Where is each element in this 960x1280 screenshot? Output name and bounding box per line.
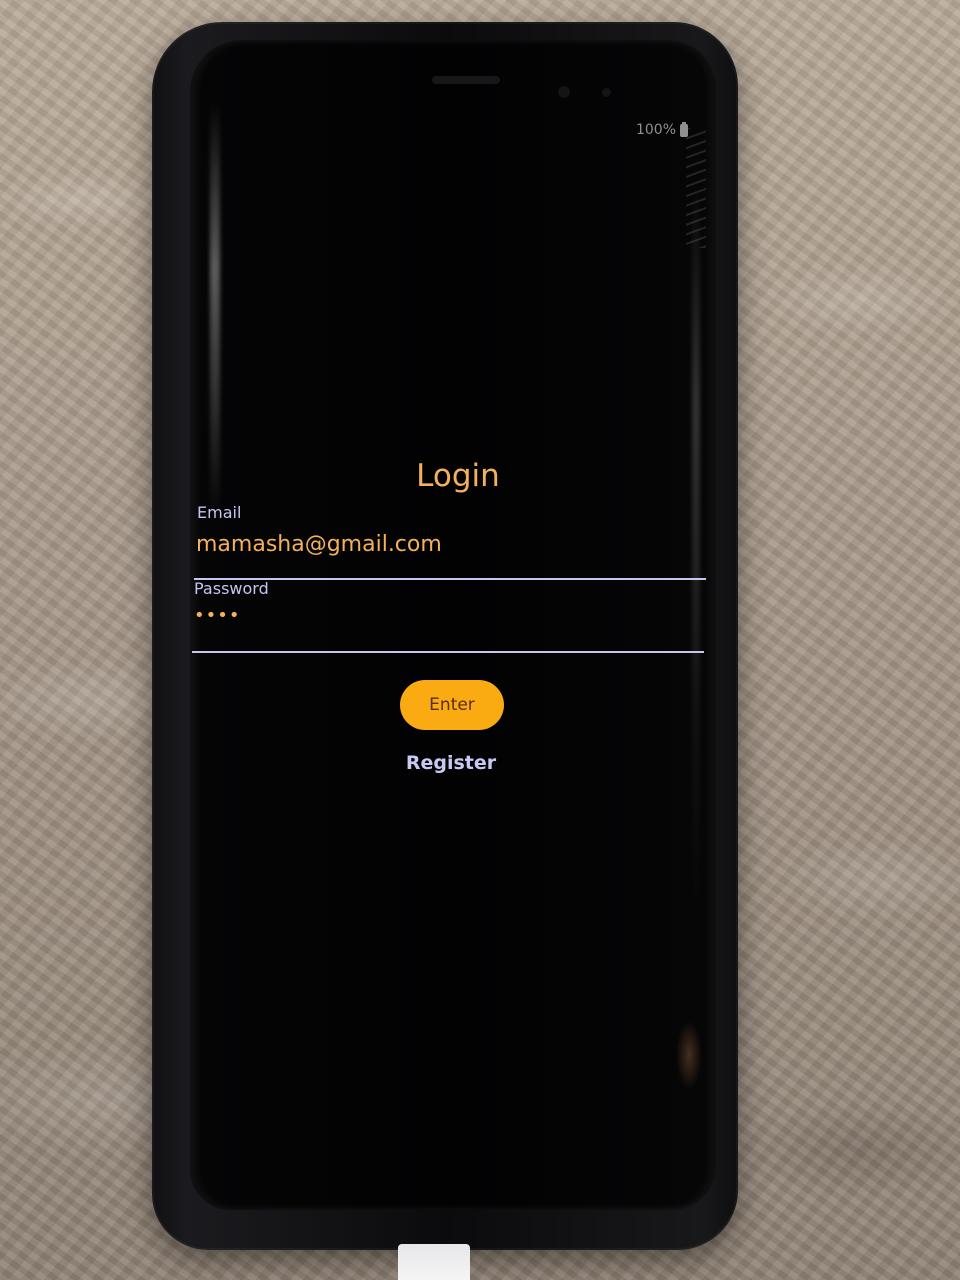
front-camera-icon xyxy=(558,86,570,98)
email-label: Email xyxy=(197,503,242,522)
battery-icon xyxy=(680,121,688,137)
status-bar: 100% xyxy=(635,121,688,138)
password-field[interactable]: •••• xyxy=(194,605,240,626)
password-label: Password xyxy=(194,579,269,598)
charging-cable xyxy=(398,1244,470,1280)
email-field[interactable]: mamasha@gmail.com xyxy=(196,532,442,557)
screen-glare xyxy=(692,180,700,940)
screen-crack xyxy=(686,128,706,248)
screen-glare xyxy=(210,100,220,520)
sensor-icon xyxy=(602,88,611,97)
phone-screen: 100% Login Email mamasha@gmail.com Passw… xyxy=(190,40,716,1210)
enter-button[interactable]: Enter xyxy=(400,680,504,730)
password-field-underline xyxy=(192,651,704,653)
register-link[interactable]: Register xyxy=(386,752,516,774)
email-field-underline xyxy=(194,578,706,580)
earpiece xyxy=(432,76,500,84)
screen-crack xyxy=(676,1020,702,1090)
battery-percentage: 100% xyxy=(635,122,676,138)
page-title: Login xyxy=(416,458,500,494)
